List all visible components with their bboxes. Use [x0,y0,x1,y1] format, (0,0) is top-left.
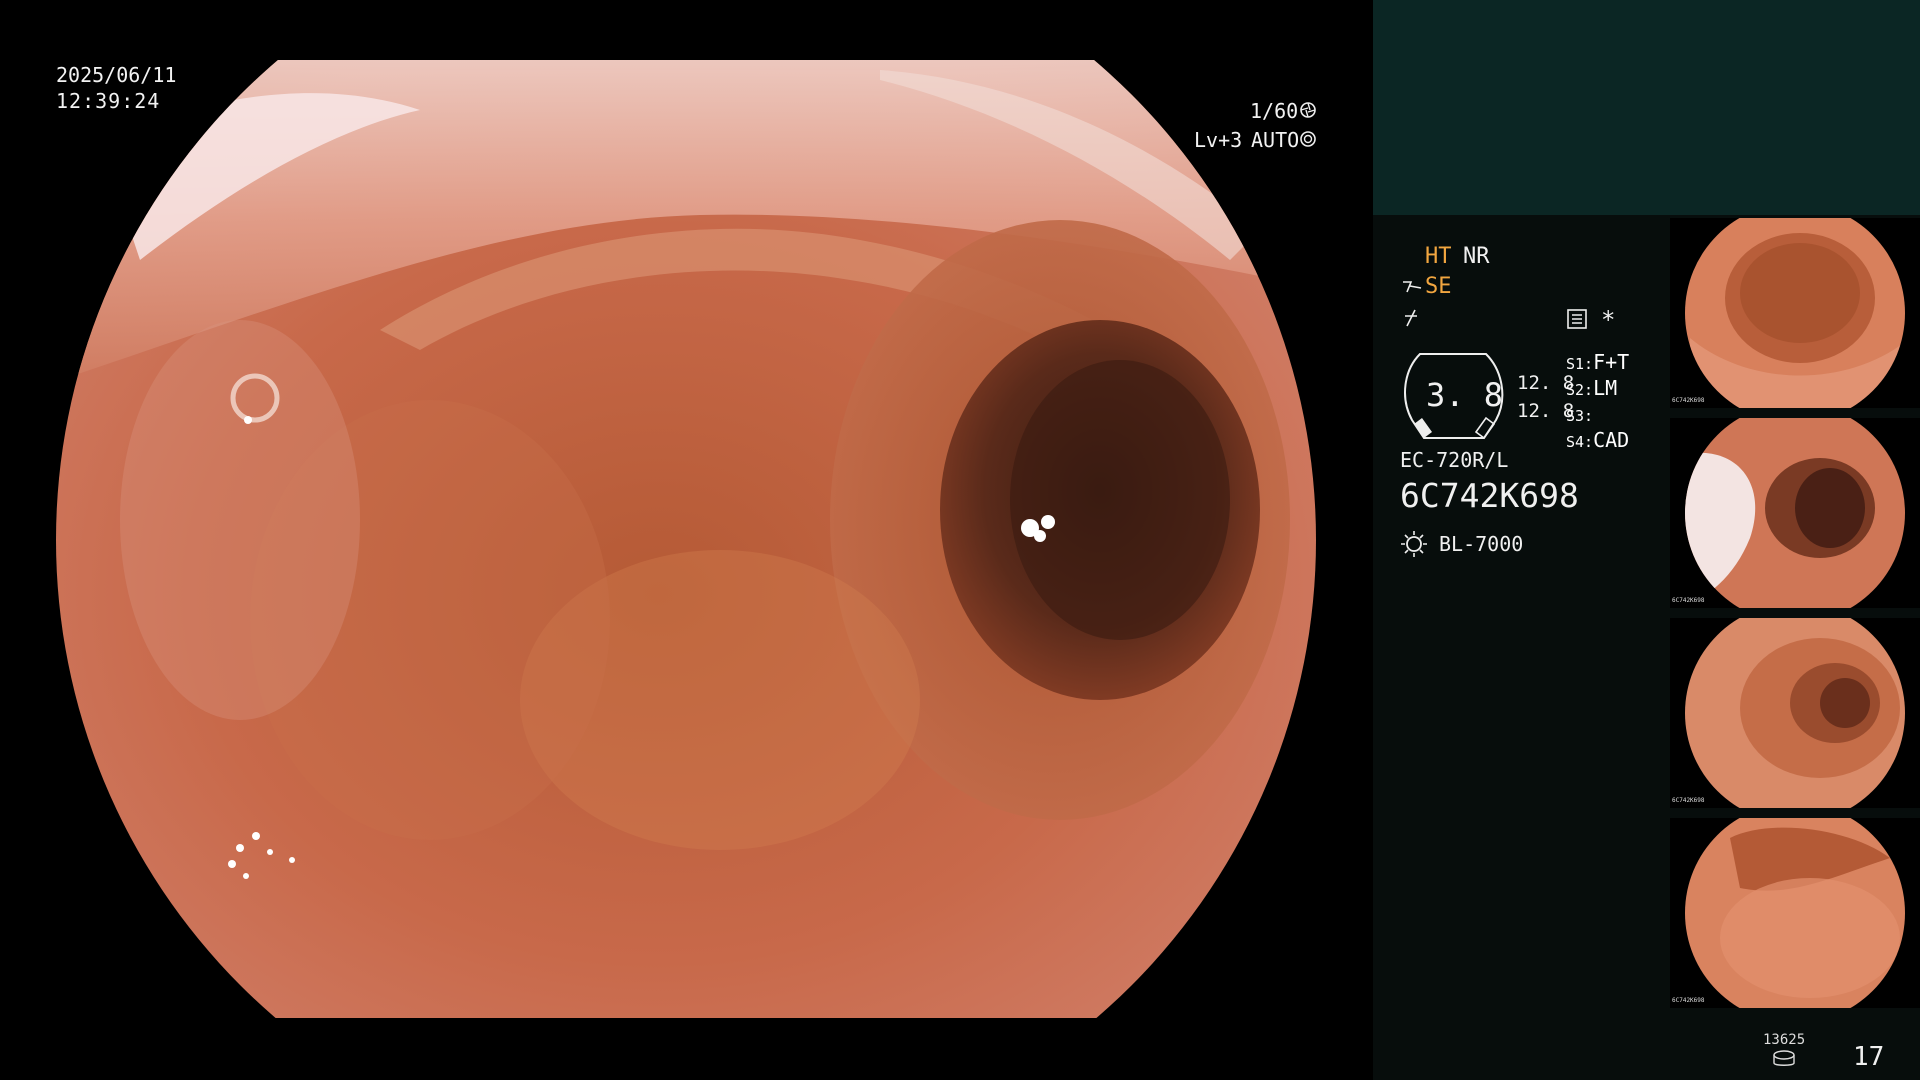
memo-icon [1566,308,1588,330]
info-panel: HT NR SE * 3. 8 12. 8 12. 8 S1:F+T S2:LM… [1373,0,1920,1080]
thumbnail-1[interactable]: 6C742K698 [1670,218,1920,408]
thumbnail-label: 6C742K698 [1672,397,1705,404]
star-indicator: * [1601,306,1616,334]
switch-item-s4: S4:CAD [1566,428,1630,452]
switch-list: S1:F+T S2:LM S3: S4:CAD [1566,350,1629,454]
storage-count: 13625 [1763,1032,1806,1048]
light-source-icon [1400,530,1428,558]
osd-shutter: 1/60 [1250,99,1299,123]
thumbnail-label: 6C742K698 [1672,797,1705,804]
switch-item-s2: S2:LM [1566,376,1618,400]
endoscopic-live-view: 2025/06/11 12:39:24 1/60 Lv+3 AUTO [0,0,1372,1080]
iris-icon [1300,131,1316,147]
thumbnail-3[interactable]: 6C742K698 [1670,618,1920,808]
ht-indicator: HT [1425,244,1452,269]
storage-icon [1772,1050,1796,1068]
switch-item-s3: S3: [1566,407,1594,425]
osd-time: 12:39:24 [56,89,161,113]
osd-light-level: Lv+3 [1194,128,1243,152]
nr-indicator: NR [1463,244,1490,269]
se-indicator: SE [1425,274,1452,299]
thumbnail-4[interactable]: 6C742K698 [1670,818,1920,1008]
light-source-model: BL-7000 [1439,532,1524,556]
scope-enhance-icon [1401,278,1423,296]
aperture-icon [1300,102,1316,118]
image-count: 17 [1853,1042,1885,1072]
endoscopic-image [56,60,1316,1018]
thumbnail-label: 6C742K698 [1672,597,1705,604]
thumbnail-2[interactable]: 6C742K698 [1670,418,1920,608]
osd-date: 2025/06/11 [56,63,177,87]
magnification-value: 3. 8 [1426,376,1504,414]
panel-header-area [1373,0,1920,215]
switch-item-s1: S1:F+T [1566,350,1630,374]
freeze-icon [1401,308,1421,328]
scope-model: EC-720R/L [1400,448,1509,472]
scope-serial: 6C742K698 [1400,476,1579,515]
thumbnail-label: 6C742K698 [1672,997,1705,1004]
osd-iris-mode: AUTO [1251,128,1300,152]
